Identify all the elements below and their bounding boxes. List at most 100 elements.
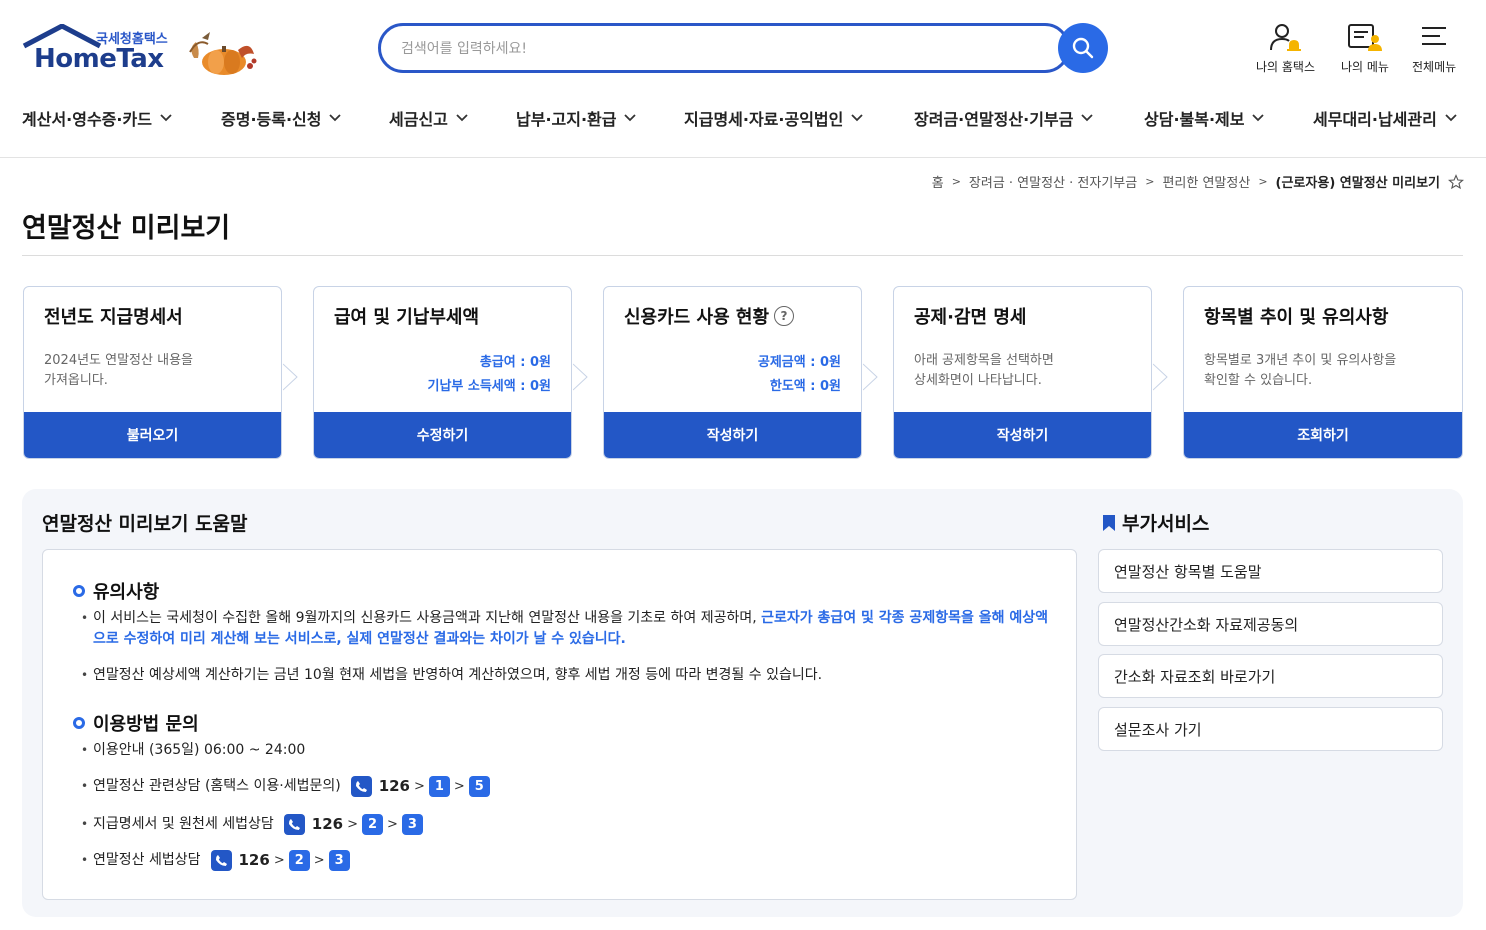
breadcrumb-home[interactable]: 홈 <box>932 172 944 191</box>
breadcrumb-item[interactable]: 장려금 · 연말정산 · 전자기부금 <box>969 172 1137 191</box>
phone-icon <box>350 776 372 797</box>
hometax-logo[interactable]: 국세청홈택스 HomeTax <box>22 24 262 78</box>
side-link-survey[interactable]: 설문조사 가기 <box>1098 707 1443 751</box>
star-icon[interactable] <box>1448 173 1464 190</box>
nav-item-invoice[interactable]: 계산서·영수증·카드 <box>22 106 172 130</box>
arrow-separator: > <box>414 779 425 794</box>
chevron-right-icon <box>283 363 298 391</box>
nav-item-year-end[interactable]: 장려금·연말정산·기부금 <box>914 106 1093 130</box>
search-input[interactable] <box>401 36 1041 62</box>
card-title: 급여 및 기납부세액 <box>334 307 480 328</box>
my-hometax-button[interactable]: 나의 홈택스 <box>1256 22 1315 75</box>
hours-item: 이용안내 (365일) 06:00 ~ 24:00 <box>81 740 305 761</box>
contact-label: 연말정산 관련상담 (홈택스 이용·세법문의) <box>93 778 341 794</box>
card-desc-line: 확인할 수 있습니다. <box>1204 373 1313 388</box>
load-button[interactable]: 불러오기 <box>24 412 281 458</box>
contact-label: 지급명세서 및 원천세 세법상담 <box>93 816 274 832</box>
search-button[interactable] <box>1058 23 1108 73</box>
card-salary-tax: 급여 및 기납부세액 총급여 : 0원 기납부 소득세액 : 0원 수정하기 <box>313 286 572 459</box>
nav-item-consulting[interactable]: 상담·불복·제보 <box>1144 106 1265 130</box>
total-salary-value: 총급여 : 0원 <box>479 355 551 370</box>
bullet-ring-icon <box>73 717 85 729</box>
card-title: 항목별 추이 및 유의사항 <box>1204 307 1389 328</box>
notice-text: 연말정산 예상세액 계산하기는 금년 10월 현재 세법을 반영하여 계산하였으… <box>93 667 823 683</box>
key-badge: 5 <box>468 776 490 797</box>
phone-number: 126 <box>311 815 344 833</box>
all-menu-label: 전체메뉴 <box>1412 60 1457 74</box>
nav-item-agent[interactable]: 세무대리·납세관리 <box>1313 106 1457 130</box>
nav-item-label: 납부·고지·환급 <box>516 110 617 129</box>
chevron-down-icon <box>456 114 468 122</box>
search-box <box>378 23 1070 73</box>
help-icon[interactable]: ? <box>774 306 795 326</box>
write-button[interactable]: 작성하기 <box>894 412 1151 458</box>
arrow-separator: > <box>273 853 285 868</box>
nav-item-label: 증명·등록·신청 <box>221 110 322 129</box>
card-amounts: 총급여 : 0원 기납부 소득세액 : 0원 <box>427 351 551 399</box>
nav-item-label: 장려금·연말정산·기부금 <box>914 110 1074 129</box>
edit-button[interactable]: 수정하기 <box>314 412 571 458</box>
chevron-down-icon <box>329 114 342 122</box>
search-bar <box>378 23 1108 73</box>
search-icon <box>1072 37 1094 59</box>
breadcrumb-separator: > <box>1258 175 1268 188</box>
chevron-down-icon <box>1445 114 1457 122</box>
card-title: 공제·감면 명세 <box>914 307 1027 328</box>
chevron-down-icon <box>1081 114 1093 122</box>
all-menu-button[interactable]: 전체메뉴 <box>1412 22 1456 75</box>
arrow-separator: > <box>313 853 325 868</box>
my-menu-button[interactable]: 나의 메뉴 <box>1341 22 1389 75</box>
chevron-right-icon <box>863 363 878 391</box>
pumpkin-icon <box>189 32 257 75</box>
nav-item-label: 지급명세·자료·공익법인 <box>684 110 844 129</box>
usage-heading: 이용방법 문의 <box>73 710 199 736</box>
nav-item-certificate[interactable]: 증명·등록·신청 <box>221 106 342 130</box>
write-button[interactable]: 작성하기 <box>604 412 861 458</box>
my-hometax-label: 나의 홈택스 <box>1256 60 1316 74</box>
user-bell-icon <box>1269 24 1301 51</box>
contact-item: 지급명세서 및 원천세 세법상담 126 > 2 > 3 <box>81 814 423 835</box>
key-badge: 3 <box>328 850 350 871</box>
contact-item: 연말정산 관련상담 (홈택스 이용·세법문의) 126 > 1 > 5 <box>81 776 490 797</box>
menu-user-icon <box>1347 24 1382 51</box>
nav-item-statement[interactable]: 지급명세·자료·공익법인 <box>684 106 863 130</box>
nav-item-label: 상담·불복·제보 <box>1144 110 1245 129</box>
phone-icon <box>283 814 305 835</box>
side-link-item-help[interactable]: 연말정산 항목별 도움말 <box>1098 549 1443 593</box>
logo-title: HomeTax <box>34 44 164 74</box>
bookmark-icon <box>1103 514 1115 531</box>
nav-item-payment[interactable]: 납부·고지·환급 <box>516 106 637 130</box>
card-credit-card: 신용카드 사용 현황 ? 공제금액 : 0원 한도액 : 0원 작성하기 <box>603 286 862 459</box>
limit-amount-value: 한도액 : 0원 <box>769 379 841 394</box>
bullet-ring-icon <box>73 585 85 597</box>
card-title: 전년도 지급명세서 <box>44 307 183 328</box>
notice-item: 이 서비스는 국세청이 수집한 올해 9월까지의 신용카드 사용금액과 지난해 … <box>81 608 1053 650</box>
card-title: 신용카드 사용 현황 <box>624 307 770 328</box>
inquiry-button[interactable]: 조회하기 <box>1184 412 1462 458</box>
breadcrumb-separator: > <box>951 175 961 188</box>
prepaid-tax-value: 기납부 소득세액 : 0원 <box>427 379 551 394</box>
phone-number: 126 <box>378 777 410 795</box>
chevron-down-icon <box>160 114 172 122</box>
card-amounts: 공제금액 : 0원 한도액 : 0원 <box>758 351 841 399</box>
chevron-right-icon <box>573 363 588 391</box>
my-menu-label: 나의 메뉴 <box>1341 60 1389 74</box>
chevron-down-icon <box>1252 114 1265 122</box>
card-description: 2024년도 연말정산 내용을 가져옵니다. <box>44 351 274 391</box>
side-link-consent[interactable]: 연말정산간소화 자료제공동의 <box>1098 602 1443 646</box>
nav-item-tax-return[interactable]: 세금신고 <box>389 106 468 130</box>
card-desc-line: 상세화면이 나타납니다. <box>914 373 1042 388</box>
card-trend: 항목별 추이 및 유의사항 항목별로 3개년 추이 및 유의사항을 확인할 수 … <box>1183 286 1463 459</box>
breadcrumb-separator: > <box>1145 175 1155 188</box>
notice-heading: 유의사항 <box>73 578 159 604</box>
breadcrumb-item[interactable]: 편리한 연말정산 <box>1162 172 1250 191</box>
card-desc-line: 가져옵니다. <box>44 373 108 388</box>
card-prev-statement: 전년도 지급명세서 2024년도 연말정산 내용을 가져옵니다. 불러오기 <box>23 286 282 459</box>
breadcrumb: 홈 > 장려금 · 연말정산 · 전자기부금 > 편리한 연말정산 > (근로자… <box>932 172 1464 191</box>
contact-label: 연말정산 세법상담 <box>93 852 201 868</box>
arrow-separator: > <box>347 817 359 832</box>
main-nav: 계산서·영수증·카드 증명·등록·신청 세금신고 납부·고지·환급 지급명세·자… <box>0 100 1486 136</box>
nav-item-label: 세무대리·납세관리 <box>1313 110 1437 129</box>
key-badge: 2 <box>288 850 310 871</box>
side-link-simplified-data[interactable]: 간소화 자료조회 바로가기 <box>1098 654 1443 698</box>
